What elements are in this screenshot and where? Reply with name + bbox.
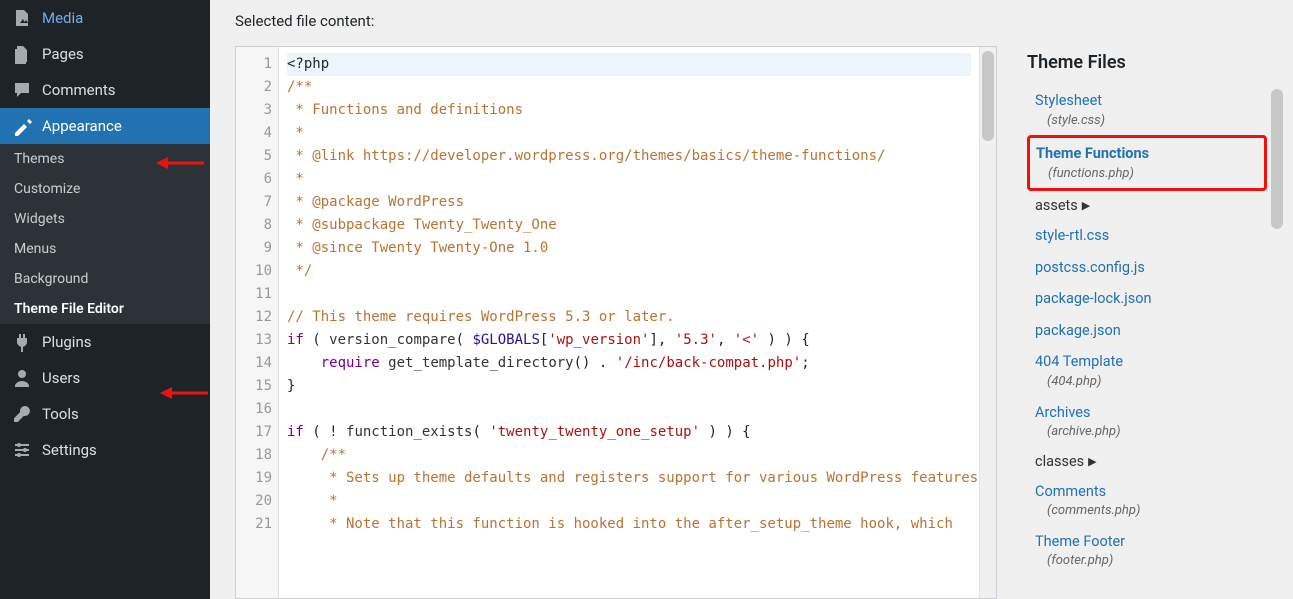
folder-assets[interactable]: assets▶ <box>1027 191 1267 220</box>
file-package-json[interactable]: package.json <box>1027 315 1267 347</box>
sidebar-item-label: Settings <box>42 441 97 459</box>
sidebar-item-appearance[interactable]: Appearance <box>0 108 210 144</box>
tools-icon <box>12 404 32 424</box>
sidebar-item-label: Comments <box>42 81 116 99</box>
code-line: * @link https://developer.wordpress.org/… <box>287 145 971 168</box>
code-line: // This theme requires WordPress 5.3 or … <box>287 306 971 329</box>
code-line: * <box>287 168 971 191</box>
code-line: if ( version_compare( $GLOBALS['wp_versi… <box>287 329 971 352</box>
code-line: * Note that this function is hooked into… <box>287 513 971 536</box>
code-editor[interactable]: 123456789101112131415161718192021 <?php/… <box>235 46 997 599</box>
appearance-icon <box>12 116 32 136</box>
sidebar-item-comments[interactable]: Comments <box>0 72 210 108</box>
code-line: /** <box>287 444 971 467</box>
sidebar-item-tools[interactable]: Tools <box>0 396 210 432</box>
sidebar-item-label: Appearance <box>42 117 122 135</box>
sidebar-sub-theme-file-editor[interactable]: Theme File Editor <box>0 294 210 324</box>
sidebar-item-label: Users <box>42 369 80 387</box>
code-line: if ( ! function_exists( 'twenty_twenty_o… <box>287 421 971 444</box>
code-line: * @package WordPress <box>287 191 971 214</box>
admin-sidebar: MediaPagesCommentsAppearance ThemesCusto… <box>0 0 210 599</box>
code-line <box>287 398 971 421</box>
selected-file-heading: Selected file content: <box>235 0 1293 46</box>
code-line: */ <box>287 260 971 283</box>
file-postcss-config-js[interactable]: postcss.config.js <box>1027 252 1267 284</box>
file-style-rtl-css[interactable]: style-rtl.css <box>1027 220 1267 252</box>
sidebar-item-label: Tools <box>42 405 79 423</box>
theme-files-panel: Theme Files Stylesheet(style.css)Theme F… <box>997 46 1293 599</box>
code-line: * @subpackage Twenty_Twenty_One <box>287 214 971 237</box>
file-stylesheet[interactable]: Stylesheet(style.css) <box>1027 85 1267 135</box>
sidebar-sub-menus[interactable]: Menus <box>0 234 210 264</box>
code-line <box>287 283 971 306</box>
folder-classes[interactable]: classes▶ <box>1027 447 1267 476</box>
annotation-arrow <box>160 388 208 398</box>
sidebar-item-media[interactable]: Media <box>0 0 210 36</box>
sidebar-item-label: Plugins <box>42 333 91 351</box>
file-archives[interactable]: Archives(archive.php) <box>1027 397 1267 447</box>
file-theme-footer[interactable]: Theme Footer(footer.php) <box>1027 526 1267 576</box>
code-line: require get_template_directory() . '/inc… <box>287 352 971 375</box>
sidebar-item-pages[interactable]: Pages <box>0 36 210 72</box>
sidebar-item-plugins[interactable]: Plugins <box>0 324 210 360</box>
sidebar-sub-widgets[interactable]: Widgets <box>0 204 210 234</box>
code-line: } <box>287 375 971 398</box>
code-line: * <box>287 490 971 513</box>
code-content[interactable]: <?php/** * Functions and definitions * *… <box>279 47 979 598</box>
main-column: Selected file content: 12345678910111213… <box>210 0 1293 599</box>
sidebar-item-label: Media <box>42 9 83 27</box>
sidebar-sub-background[interactable]: Background <box>0 264 210 294</box>
annotation-arrow <box>156 158 204 168</box>
code-line: /** <box>287 76 971 99</box>
filelist-scrollbar[interactable] <box>1269 85 1285 599</box>
code-line: * Functions and definitions <box>287 99 971 122</box>
sidebar-item-label: Pages <box>42 45 84 63</box>
comments-icon <box>12 80 32 100</box>
code-line: * <box>287 122 971 145</box>
file-comments[interactable]: Comments(comments.php) <box>1027 476 1267 526</box>
code-line: * Sets up theme defaults and registers s… <box>287 467 971 490</box>
users-icon <box>12 368 32 388</box>
file-package-lock-json[interactable]: package-lock.json <box>1027 283 1267 315</box>
code-line: * @since Twenty Twenty-One 1.0 <box>287 237 971 260</box>
file-404-template[interactable]: 404 Template(404.php) <box>1027 346 1267 396</box>
file-theme-functions[interactable]: Theme Functions(functions.php) <box>1027 135 1267 191</box>
sidebar-sub-customize[interactable]: Customize <box>0 174 210 204</box>
line-numbers: 123456789101112131415161718192021 <box>236 47 279 598</box>
editor-scrollbar[interactable] <box>979 47 996 598</box>
sidebar-item-settings[interactable]: Settings <box>0 432 210 468</box>
chevron-right-icon: ▶ <box>1082 199 1090 212</box>
settings-icon <box>12 440 32 460</box>
chevron-right-icon: ▶ <box>1088 455 1096 468</box>
pages-icon <box>12 44 32 64</box>
media-icon <box>12 8 32 28</box>
theme-files-title: Theme Files <box>1027 52 1285 73</box>
code-line: <?php <box>287 53 971 76</box>
plugins-icon <box>12 332 32 352</box>
